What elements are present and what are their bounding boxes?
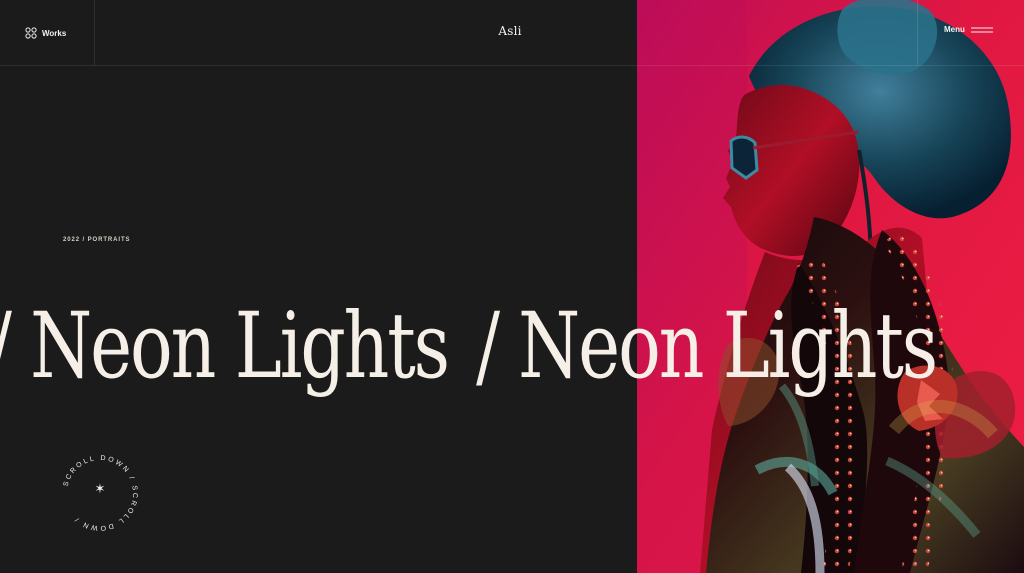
neon-portrait-image [637, 0, 1024, 573]
scroll-down-button[interactable]: SCROLL DOWN / SCROLL DOWN / ✶ [57, 450, 143, 536]
brand-logo[interactable]: Asli [495, 24, 525, 38]
right-header-divider [917, 0, 918, 65]
title-text-primary: Neon Lights [30, 293, 450, 399]
hamburger-icon [970, 27, 993, 32]
works-link[interactable]: Works [25, 24, 66, 42]
title-separator-left: / [0, 301, 12, 392]
menu-button[interactable]: Menu [944, 25, 993, 34]
works-label: Works [42, 28, 67, 38]
project-meta: 2022 / PORTRAITS [63, 237, 131, 243]
grid-circles-icon [25, 27, 37, 39]
menu-label: Menu [944, 25, 965, 34]
hero-title: /Neon Lights/Neon Lights [0, 293, 938, 399]
top-navigation: Works Asli Menu [0, 0, 1024, 66]
title-text-secondary: Neon Lights [518, 293, 938, 399]
title-separator-middle: / [476, 293, 500, 399]
portfolio-hero-page: Works Asli Menu 2022 / PORTRAITS /Neon L… [0, 0, 1024, 573]
portrait-photo [637, 0, 1024, 573]
asterisk-icon: ✶ [94, 482, 106, 497]
left-header-divider [94, 0, 95, 65]
